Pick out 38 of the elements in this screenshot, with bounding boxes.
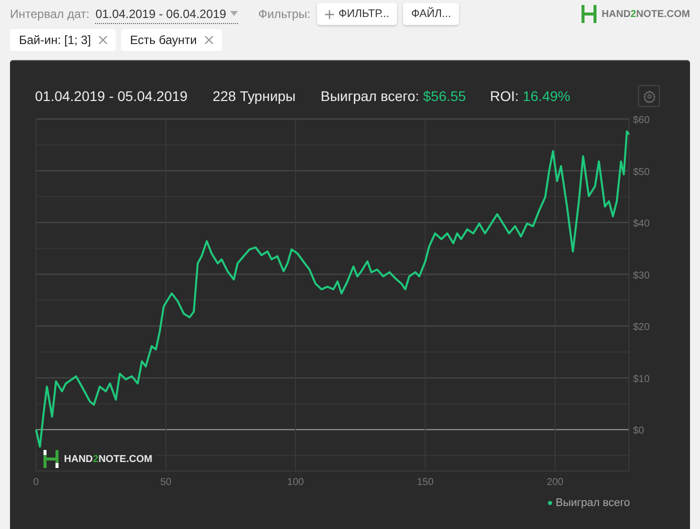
filter-chip[interactable]: Бай-ин: [1; 3]: [10, 29, 116, 51]
date-range-dropdown[interactable]: 01.04.2019 - 06.04.2019: [95, 4, 238, 24]
y-axis-label: $20: [633, 322, 650, 334]
filters-label: Фильтры:: [258, 6, 311, 23]
logo-icon: [43, 450, 59, 468]
roi-label: ROI:: [490, 86, 519, 106]
plus-icon: [324, 10, 334, 18]
logo-text: HAND2NOTE.COM: [64, 452, 152, 466]
x-axis-label: 0: [33, 477, 39, 488]
period-text: 01.04.2019 - 05.04.2019: [35, 86, 188, 106]
chip-label: Бай-ин: [1; 3]: [19, 32, 91, 49]
settings-icon: [642, 90, 656, 102]
y-axis-label: $60: [633, 115, 650, 126]
logo-icon: [580, 5, 597, 23]
x-axis-label: 150: [416, 477, 434, 488]
close-icon[interactable]: [98, 36, 107, 44]
chip-label: Есть баунти: [130, 32, 197, 49]
roi-value: 16.49%: [522, 86, 570, 106]
caret-icon: [230, 11, 238, 16]
filter-chip[interactable]: Есть баунти: [120, 29, 222, 51]
date-label: Интервал дат:: [10, 6, 90, 23]
filter-button[interactable]: ФАЙЛ...: [403, 3, 460, 25]
x-axis-label: 100: [287, 477, 304, 488]
x-axis-label: 50: [160, 477, 172, 488]
y-axis-label: $40: [633, 218, 650, 230]
close-icon[interactable]: [204, 36, 213, 44]
won-label: Выиграл всего:: [320, 86, 420, 106]
won-value: $56.55: [423, 86, 466, 106]
settings-button[interactable]: [638, 85, 660, 107]
x-axis-label: 200: [546, 477, 564, 488]
y-axis-label: $0: [633, 426, 644, 437]
logo-text: HAND2NOTE.COM: [602, 8, 690, 22]
y-axis-label: $10: [633, 374, 650, 385]
tournaments-count: 228 Турниры: [212, 86, 296, 106]
y-axis-label: $50: [633, 166, 650, 178]
legend-label: Выиграл всего: [556, 496, 630, 511]
filter-button[interactable]: ФИЛЬТР...: [316, 3, 398, 25]
y-axis-label: $30: [633, 270, 650, 282]
